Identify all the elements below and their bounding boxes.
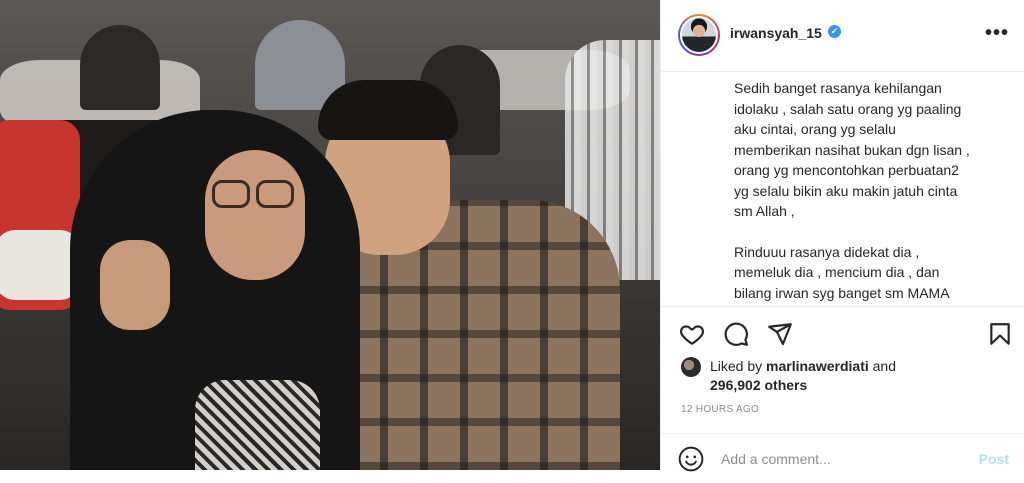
subject-man-hand [100, 240, 170, 330]
liked-by-line: Liked by marlinawerdiati and [710, 358, 896, 374]
caption-line: memeluk dia , mencium dia , dan [734, 264, 940, 280]
liked-by-and: and [868, 358, 896, 374]
heart-icon[interactable] [679, 321, 705, 347]
more-options-icon[interactable]: ••• [985, 22, 1009, 45]
caption-line: idolaku , salah satu orang yg paaling [734, 100, 962, 117]
verified-badge-icon: ✓ [828, 25, 841, 38]
username-link[interactable]: irwansyah_15 [730, 25, 822, 41]
smiley-icon[interactable] [678, 446, 704, 472]
background-guest-sleeve [0, 230, 80, 300]
post-side-panel: irwansyah_15 ✓ ••• Sedih banget rasanya … [660, 0, 1024, 472]
caption-line: memberikan nasihat bukan dgn lisan , [734, 141, 970, 158]
post-photo[interactable] [0, 0, 660, 470]
avatar[interactable] [678, 14, 720, 56]
others-count-link[interactable]: 296,902 others [710, 377, 807, 393]
subject-man-hair [318, 80, 458, 140]
caption-line: aku cintai, orang yg selalu [734, 121, 896, 137]
caption-line: orang yg mencontohkan perbuatan2 [734, 162, 959, 178]
caption-line: bilang irwan syg banget sm MAMA [734, 284, 950, 301]
post-timestamp[interactable]: 12 HOURS AGO [681, 404, 759, 415]
caption-line: sm Allah , [734, 203, 795, 219]
comment-input[interactable] [721, 448, 961, 470]
post-comment-button[interactable]: Post [979, 451, 1009, 467]
caption-line: Rinduuu rasanya didekat dia , [734, 243, 920, 260]
post-caption: Sedih banget rasanya kehilangan idolaku … [734, 78, 1014, 303]
comment-icon[interactable] [723, 321, 749, 347]
subject-woman-face [205, 150, 305, 280]
post-header: irwansyah_15 ✓ ••• [661, 0, 1024, 72]
caption-line: Sedih banget rasanya kehilangan [734, 80, 942, 96]
glasses-lens [212, 180, 250, 208]
bookmark-icon[interactable] [987, 321, 1013, 347]
caption-line: yg selalu bikin aku makin jatuh cinta [734, 182, 958, 199]
avatar-image [680, 16, 718, 54]
subject-woman-blouse-print [195, 380, 320, 470]
liked-by-prefix: Liked by [710, 358, 767, 374]
liker-username-link[interactable]: marlinawerdiati [766, 358, 869, 374]
liker-avatar[interactable] [681, 357, 701, 377]
action-bar [661, 306, 1024, 358]
bottom-strip [0, 470, 660, 483]
paper-plane-icon[interactable] [767, 321, 793, 347]
glasses-lens [256, 180, 294, 208]
background-guest [80, 25, 160, 110]
comment-bar: Post [661, 433, 1024, 483]
